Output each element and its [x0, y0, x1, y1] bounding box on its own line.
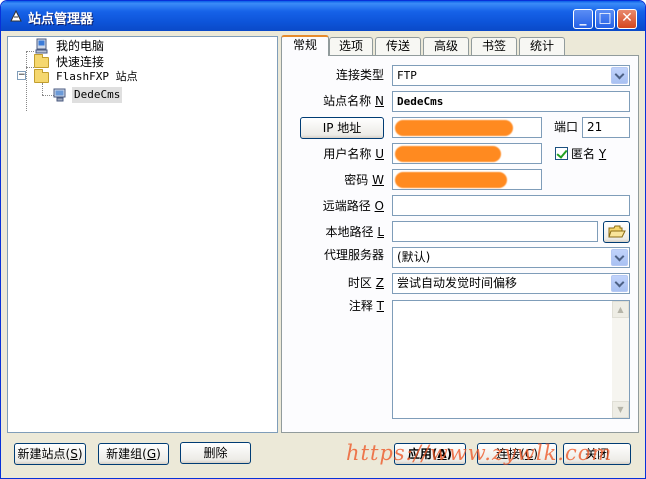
remote-accel: O [374, 199, 384, 213]
timezone-label: 时区 Z [347, 276, 384, 290]
close-button[interactable]: 关闭 [563, 443, 631, 465]
username-input[interactable] [392, 143, 542, 164]
notes-textarea[interactable]: ▲ ▼ [392, 300, 630, 419]
redacted-password [395, 172, 507, 188]
remote-path-label: 远端路径 O [322, 199, 384, 213]
timezone-accel: Z [375, 276, 384, 290]
password-input[interactable] [392, 169, 542, 190]
computer-icon [35, 38, 48, 54]
site-name-input[interactable]: DedeCms [392, 91, 630, 112]
password-accel: W [372, 173, 384, 187]
anonymous-label[interactable]: 匿名 Y [571, 144, 641, 164]
tab-bookmarks[interactable]: 书签 [471, 37, 517, 55]
open-folder-icon [607, 225, 626, 238]
apply-button[interactable]: 应用(A) [394, 443, 466, 465]
tab-advanced[interactable]: 高级 [423, 37, 469, 55]
general-tab-panel: 连接类型 FTP 站点名称 N DedeCms IP 地址 端口 21 用户名称… [281, 55, 639, 433]
server-icon [53, 88, 66, 102]
tab-general[interactable]: 常规 [281, 35, 329, 56]
tree-line [26, 51, 34, 52]
tree-line [26, 67, 34, 68]
tree-line [42, 83, 43, 95]
user-accel: U [375, 147, 384, 161]
port-label: 端口 [553, 120, 578, 134]
remote-path-input[interactable] [392, 195, 630, 216]
apply-accel: A [437, 447, 447, 461]
conn-type-value: FTP [397, 69, 417, 82]
new-group-button[interactable]: 新建组(G) [98, 443, 169, 465]
collapse-toggle[interactable]: − [17, 71, 26, 80]
conn-type-select[interactable]: FTP [392, 65, 630, 86]
connect-button[interactable]: 连接(C) [477, 443, 557, 465]
tree-item-label: DedeCms [72, 87, 123, 103]
delete-button[interactable]: 删除 [180, 442, 251, 464]
redacted-username [395, 146, 501, 162]
port-input[interactable]: 21 [582, 117, 630, 138]
new-group-accel: G [146, 447, 157, 461]
tab-options[interactable]: 选项 [329, 37, 373, 55]
tab-transfer[interactable]: 传送 [375, 37, 421, 55]
minimize-button[interactable]: _ [573, 9, 593, 29]
timezone-value: 尝试自动发觉时间偏移 [397, 276, 518, 290]
site-manager-window: 站点管理器 _ □ ✕ 我的电脑 快速连接 − FlashFXP 站点 Dede… [0, 0, 646, 479]
app-icon [10, 9, 22, 22]
chevron-down-icon[interactable] [611, 67, 628, 84]
notes-scrollbar[interactable]: ▲ ▼ [612, 301, 629, 418]
tree-item-label: 快速连接 [56, 55, 105, 69]
site-name-value: DedeCms [397, 95, 444, 108]
new-site-button[interactable]: 新建站点(S) [14, 443, 86, 465]
proxy-label: 代理服务器 [323, 248, 384, 262]
port-value: 21 [587, 120, 603, 134]
chevron-down-icon[interactable] [611, 249, 628, 266]
proxy-select[interactable]: (默认) [392, 247, 630, 268]
notes-label: 注释 T [348, 299, 384, 313]
tab-statistics[interactable]: 统计 [519, 37, 565, 55]
anonymous-checkbox[interactable] [555, 147, 568, 160]
local-path-label: 本地路径 L [325, 225, 384, 239]
tree-line [26, 51, 27, 111]
folder-icon [34, 69, 49, 83]
close-window-button[interactable]: ✕ [617, 9, 637, 29]
browse-folder-button[interactable] [603, 221, 630, 243]
scroll-down-icon[interactable]: ▼ [612, 401, 629, 418]
chevron-down-icon[interactable] [611, 275, 628, 292]
tree-item-label: 我的电脑 [56, 39, 105, 53]
window-title: 站点管理器 [28, 12, 94, 27]
site-tree[interactable]: 我的电脑 快速连接 − FlashFXP 站点 DedeCms [7, 36, 278, 433]
conn-type-label: 连接类型 [335, 68, 384, 82]
timezone-select[interactable]: 尝试自动发觉时间偏移 [392, 273, 630, 294]
local-path-input[interactable] [392, 221, 598, 242]
maximize-button[interactable]: □ [595, 9, 615, 29]
notes-accel: T [376, 299, 384, 313]
local-accel: L [377, 225, 384, 239]
folder-icon [34, 54, 49, 68]
title-bar[interactable]: 站点管理器 _ □ ✕ [1, 1, 645, 31]
password-label: 密码 W [344, 173, 384, 187]
site-name-label: 站点名称 N [323, 94, 384, 108]
anon-accel: Y [598, 147, 607, 161]
proxy-value: (默认) [397, 250, 431, 264]
new-site-accel: S [70, 447, 78, 461]
scroll-up-icon[interactable]: ▲ [612, 301, 629, 318]
tree-item-label: FlashFXP 站点 [56, 70, 138, 83]
connect-accel: C [524, 447, 534, 461]
ip-address-button[interactable]: IP 地址 [300, 117, 384, 139]
user-label: 用户名称 U [323, 147, 384, 161]
site-name-accel: N [375, 94, 384, 108]
